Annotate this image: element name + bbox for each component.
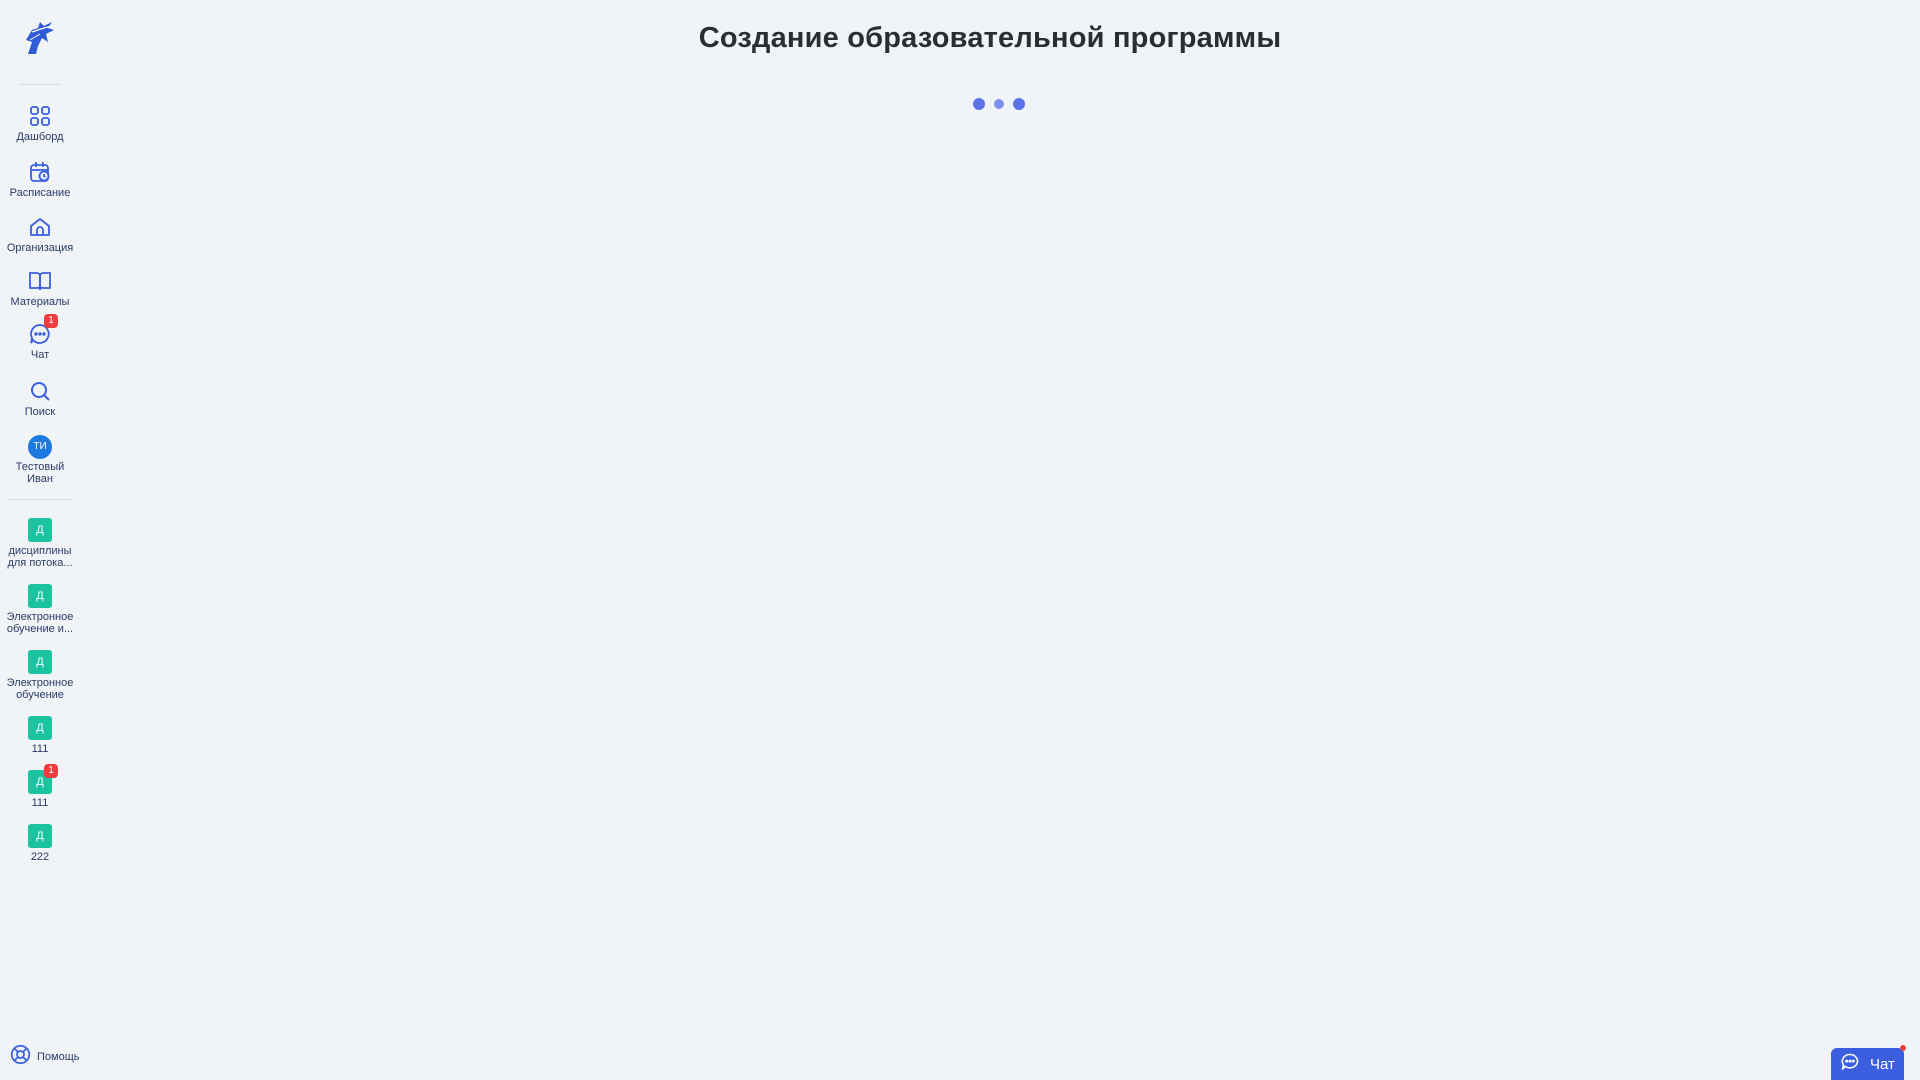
loading-dot — [973, 98, 985, 110]
unread-badge: 1 — [44, 314, 58, 328]
sidebar-divider-top — [20, 84, 60, 85]
chat-icon: 1 — [28, 314, 58, 346]
knight-logo-icon[interactable] — [22, 18, 58, 56]
course-tile: Д — [28, 518, 52, 542]
course-label: Электронное обучение и... — [0, 611, 80, 635]
course-label: 111 — [31, 797, 49, 809]
user-name-line1: Тестовый — [15, 461, 65, 473]
course-tile: Д — [28, 650, 52, 674]
chat-icon — [1840, 1052, 1860, 1077]
lifebuoy-icon — [10, 1044, 31, 1070]
sidebar-divider-courses — [9, 499, 73, 500]
unread-badge: 1 — [44, 764, 58, 778]
help-button[interactable]: Помощь — [10, 1044, 80, 1070]
search-icon — [28, 379, 52, 403]
course-label-line2: обучение — [16, 689, 64, 701]
course-label-line1: Электронное — [6, 611, 74, 623]
sidebar-course-item[interactable]: Д 111 — [0, 716, 80, 755]
avatar: ТИ — [28, 435, 52, 459]
course-tile: Д — [28, 824, 52, 848]
course-label-line2: для потока... — [7, 557, 73, 569]
sidebar-item-label: Материалы — [10, 296, 70, 308]
course-label-line1: дисциплины — [8, 545, 72, 557]
notification-dot — [1900, 1045, 1906, 1051]
course-tile-letter: Д — [36, 776, 44, 788]
sidebar-item-profile[interactable]: ТИ Тестовый Иван — [0, 435, 80, 485]
sidebar-item-label: Организация — [6, 242, 74, 254]
home-icon — [28, 215, 52, 239]
sidebar-item-dashboard[interactable]: Дашборд — [0, 104, 80, 143]
page-title: Создание образовательной программы — [698, 22, 1282, 54]
book-icon — [28, 269, 52, 293]
course-tile: Д — [28, 584, 52, 608]
sidebar-item-materials[interactable]: Материалы — [0, 269, 80, 308]
course-label-line1: Электронное — [6, 677, 74, 689]
sidebar-item-label: Поиск — [24, 406, 56, 418]
course-label: 111 — [31, 743, 49, 755]
sidebar-item-label: Чат — [30, 349, 50, 361]
course-label: 222 — [30, 851, 50, 863]
loading-dot — [1013, 98, 1025, 110]
sidebar-item-chat[interactable]: 1 Чат — [0, 314, 80, 361]
sidebar: Дашборд Расписание Организация Материалы — [0, 0, 80, 1080]
sidebar-course-item[interactable]: Д 222 — [0, 824, 80, 863]
sidebar-item-organization[interactable]: Организация — [0, 215, 80, 254]
loading-dot — [994, 99, 1004, 109]
sidebar-course-item[interactable]: Д Электронное обучение — [0, 650, 80, 701]
sidebar-course-item[interactable]: Д Электронное обучение и... — [0, 584, 80, 635]
sidebar-item-label: Расписание — [9, 187, 71, 199]
grid-icon — [28, 104, 52, 128]
course-tile: Д — [28, 716, 52, 740]
course-label: дисциплины для потока... — [0, 545, 80, 569]
loading-indicator — [973, 98, 1025, 110]
course-label-line2: обучение и... — [6, 623, 74, 635]
sidebar-course-item[interactable]: Д дисциплины для потока... — [0, 518, 80, 569]
sidebar-item-label: Дашборд — [16, 131, 64, 143]
chat-widget-label: Чат — [1870, 1055, 1895, 1073]
help-label: Помощь — [37, 1051, 80, 1063]
course-label: Электронное обучение — [0, 677, 80, 701]
course-tile: Д 1 — [28, 764, 58, 794]
calendar-icon — [28, 160, 52, 184]
sidebar-course-item[interactable]: Д 1 111 — [0, 764, 80, 809]
sidebar-item-search[interactable]: Поиск — [0, 379, 80, 418]
sidebar-item-schedule[interactable]: Расписание — [0, 160, 80, 199]
user-name: Тестовый Иван — [0, 461, 80, 485]
chat-widget-button[interactable]: Чат — [1831, 1045, 1906, 1080]
user-name-line2: Иван — [27, 473, 53, 485]
